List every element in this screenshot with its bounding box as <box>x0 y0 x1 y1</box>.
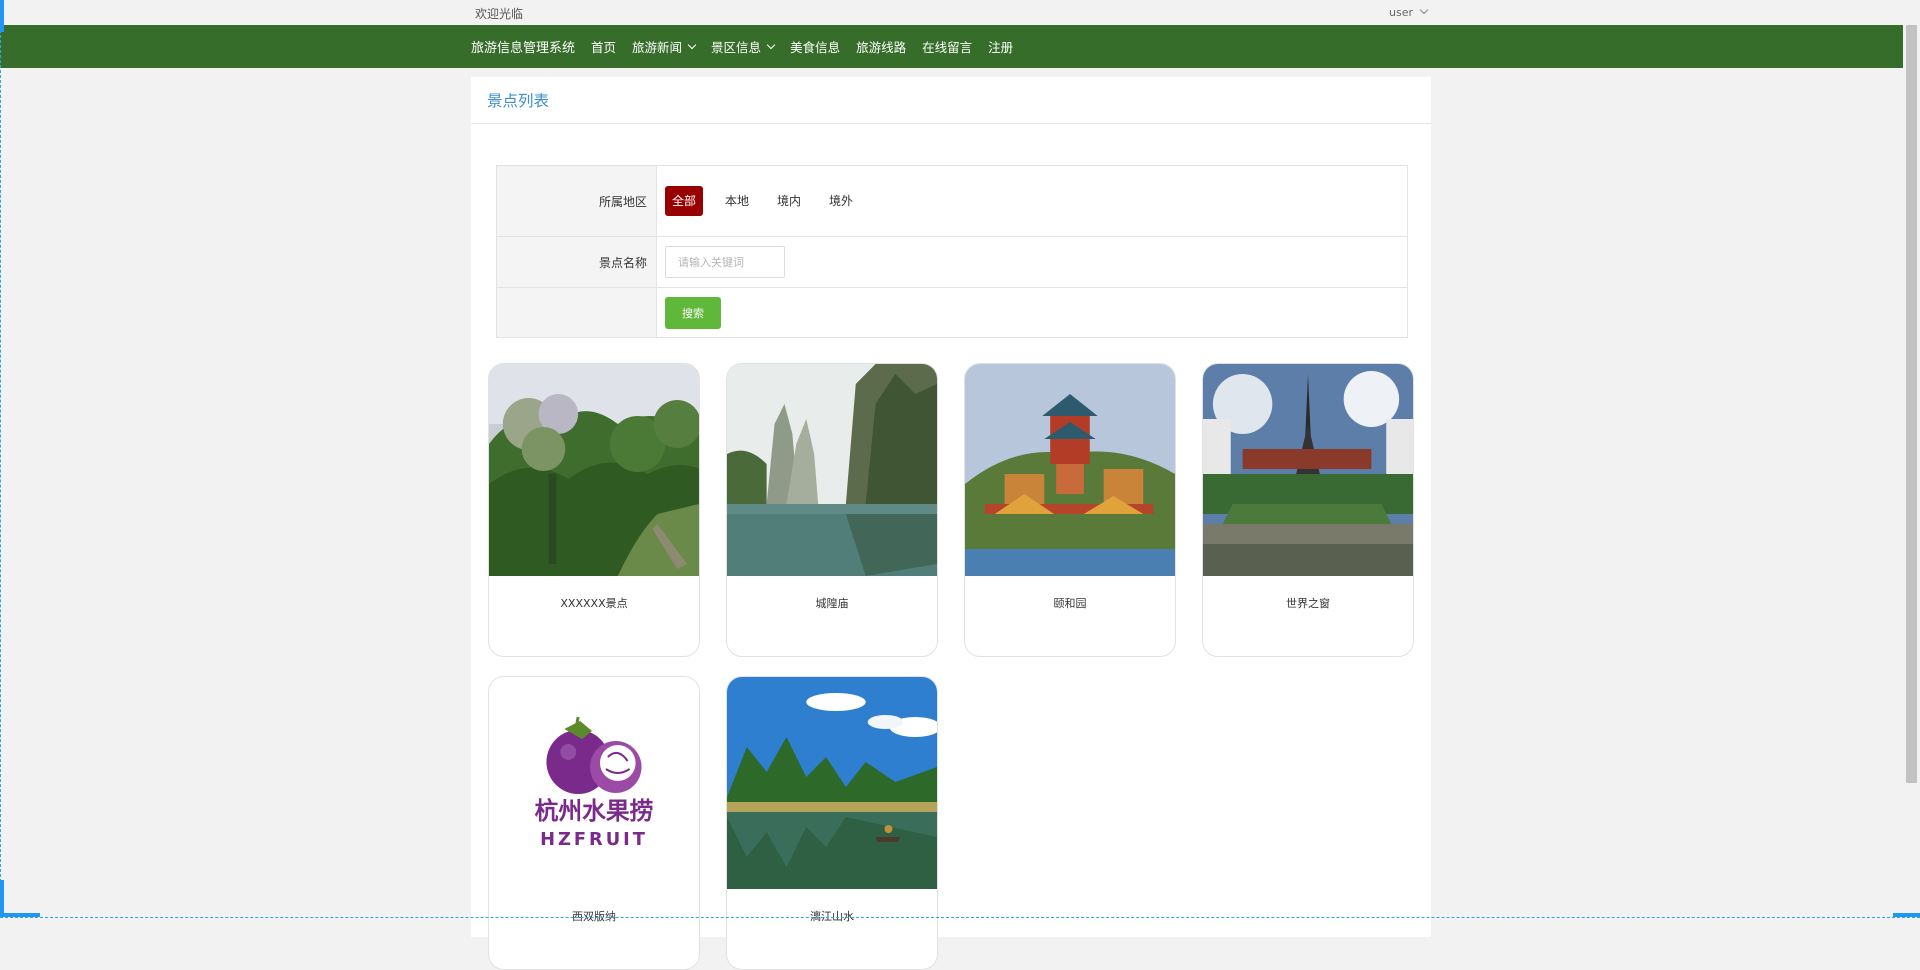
welcome-text: 欢迎光临 <box>475 7 524 21</box>
filter-row-action: 搜索 <box>497 288 1407 337</box>
nav-item-label: 注册 <box>988 40 1014 55</box>
user-menu[interactable]: user <box>1389 5 1429 19</box>
filter-table: 所属地区 全部 本地 境内 境外 景点名称 搜索 <box>496 165 1408 338</box>
nav-item-label: 首页 <box>591 40 617 55</box>
scenic-name: 世界之窗 <box>1286 597 1330 610</box>
scenic-name: 西双版纳 <box>572 910 616 923</box>
site-brand[interactable]: 旅游信息管理系统 <box>471 37 575 56</box>
scenic-image-summer-palace <box>965 364 1175 576</box>
nav-item-label: 旅游新闻 <box>632 40 683 55</box>
nav-item-label: 景区信息 <box>711 40 762 55</box>
scenic-card[interactable]: 世界之窗 <box>1202 363 1414 657</box>
scenic-name: XXXXXX景点 <box>560 597 628 610</box>
nav-item-food-info[interactable]: 美食信息 <box>790 37 840 56</box>
chevron-down-icon <box>1419 5 1429 15</box>
scenic-image-hzfruit-logo: 杭州水果捞 HZFRUIT <box>489 677 699 889</box>
scenic-name: 漓江山水 <box>810 910 854 923</box>
scenic-card[interactable]: 杭州水果捞 HZFRUIT 西双版纳 <box>488 676 700 970</box>
panel-header: 景点列表 <box>471 77 1431 124</box>
page-title: 景点列表 <box>487 92 550 110</box>
nav-item-label: 旅游线路 <box>856 40 907 55</box>
filter-row-name: 景点名称 <box>497 237 1407 288</box>
region-label: 所属地区 <box>497 166 657 236</box>
scenic-name-label: 景点名称 <box>497 237 657 287</box>
chevron-down-icon <box>766 40 776 49</box>
selection-guide-horizontal <box>0 917 1920 918</box>
nav-item-message-board[interactable]: 在线留言 <box>922 37 972 56</box>
svg-text:HZFRUIT: HZFRUIT <box>540 829 648 850</box>
region-tag-all[interactable]: 全部 <box>665 186 704 216</box>
scenic-image-karst-lake <box>727 364 937 576</box>
nav-item-home[interactable]: 首页 <box>591 37 616 56</box>
nav-item-label: 在线留言 <box>922 40 973 55</box>
selection-handle <box>1893 913 1920 917</box>
nav-item-scenic-info[interactable]: 景区信息 <box>711 37 776 56</box>
svg-text:杭州水果捞: 杭州水果捞 <box>535 797 654 825</box>
scenic-image-li-river <box>727 677 937 889</box>
selection-guide-vertical <box>0 25 1 917</box>
region-tag-overseas[interactable]: 境外 <box>823 186 859 216</box>
main-nav: 旅游信息管理系统 首页 旅游新闻 景区信息 美食信息 旅游线路 在线留言 注册 <box>0 25 1920 68</box>
filter-row-region: 所属地区 全部 本地 境内 境外 <box>497 166 1407 237</box>
scenic-name: 颐和园 <box>1053 597 1087 610</box>
selection-handle <box>0 0 4 32</box>
nav-item-label: 美食信息 <box>790 40 841 55</box>
selection-handle <box>0 880 4 917</box>
scenic-name: 城隍庙 <box>815 597 849 610</box>
scenic-image-eiffel-park <box>1203 364 1413 576</box>
search-button[interactable]: 搜索 <box>665 296 721 329</box>
nav-item-travel-news[interactable]: 旅游新闻 <box>632 37 697 56</box>
empty-label-cell <box>497 288 657 337</box>
scenic-card[interactable]: 漓江山水 <box>726 676 938 970</box>
scrollbar-thumb[interactable] <box>1906 25 1917 783</box>
scenic-card[interactable]: XXXXXX景点 <box>488 363 700 657</box>
nav-item-register[interactable]: 注册 <box>988 37 1013 56</box>
selection-handle <box>0 913 40 917</box>
top-bar: 欢迎光临 user <box>0 0 1920 25</box>
nav-item-travel-routes[interactable]: 旅游线路 <box>856 37 906 56</box>
user-name: user <box>1389 6 1413 19</box>
region-tag-local[interactable]: 本地 <box>719 186 755 216</box>
scenic-image-forest <box>489 364 699 576</box>
scenic-card[interactable]: 颐和园 <box>964 363 1176 657</box>
scenic-name-input[interactable] <box>665 246 785 278</box>
region-tag-domestic[interactable]: 境内 <box>771 186 807 216</box>
chevron-down-icon <box>687 40 697 49</box>
scenic-card[interactable]: 城隍庙 <box>726 363 938 657</box>
content-panel: 景点列表 所属地区 全部 本地 境内 境外 景点名称 搜索 <box>471 77 1431 970</box>
